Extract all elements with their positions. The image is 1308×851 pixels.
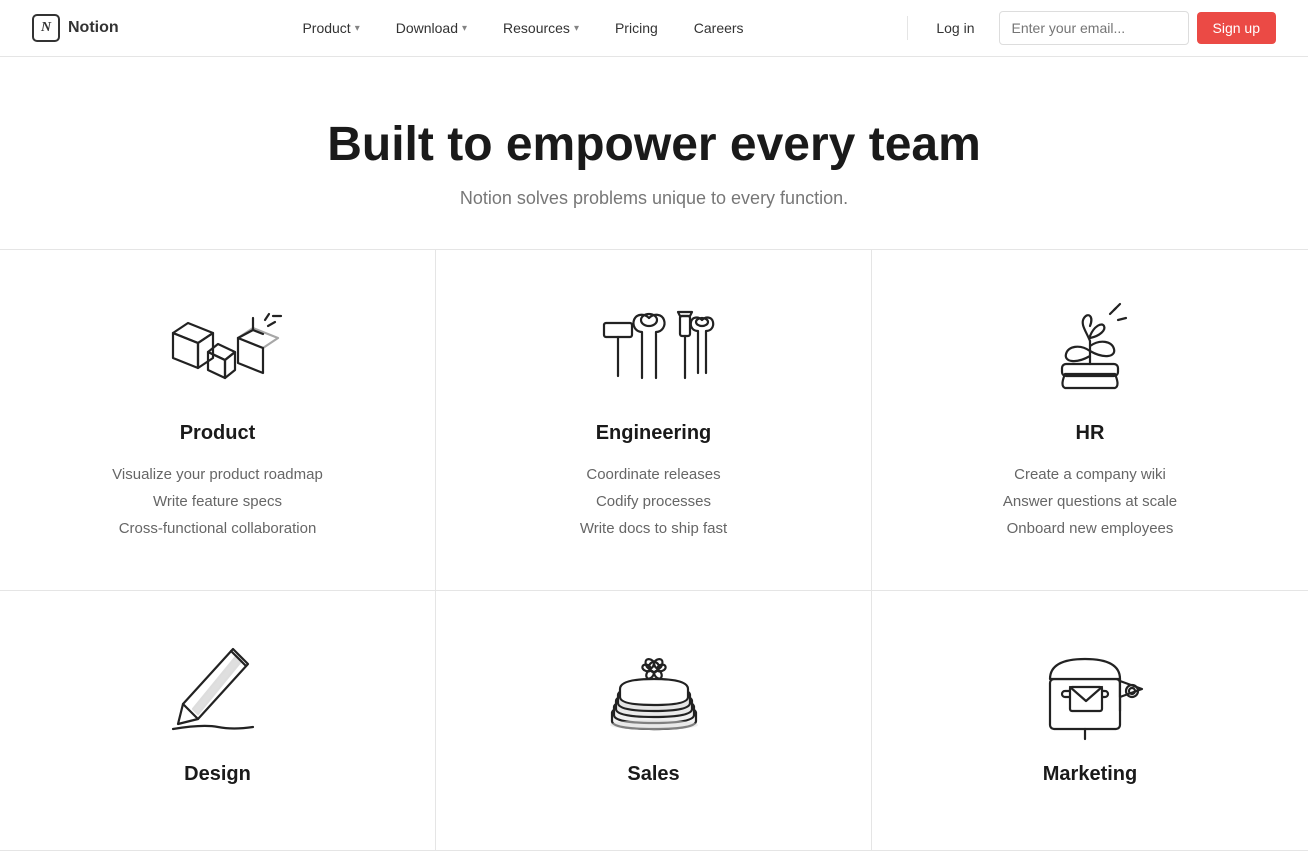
nav-download[interactable]: Download ▾: [380, 12, 483, 44]
card-product-title: Product: [180, 422, 256, 445]
card-design-title: Design: [184, 763, 251, 786]
card-product-features: Visualize your product roadmap Write fea…: [112, 461, 323, 542]
card-hr-features: Create a company wiki Answer questions a…: [1003, 461, 1177, 542]
card-hr-title: HR: [1076, 422, 1105, 445]
feature-item: Codify processes: [580, 488, 727, 515]
nav-links: Product ▾ Download ▾ Resources ▾ Pricing…: [151, 12, 896, 44]
card-sales-title: Sales: [627, 763, 679, 786]
card-engineering-title: Engineering: [596, 422, 712, 445]
hero-section: Built to empower every team Notion solve…: [0, 57, 1308, 249]
product-icon: [158, 298, 278, 398]
logo-icon: N: [32, 14, 60, 42]
feature-item: Onboard new employees: [1003, 515, 1177, 542]
feature-item: Create a company wiki: [1003, 461, 1177, 488]
card-engineering[interactable]: Engineering Coordinate releases Codify p…: [436, 250, 872, 591]
chevron-down-icon: ▾: [574, 23, 579, 34]
hr-icon: [1030, 298, 1150, 398]
chevron-down-icon: ▾: [355, 23, 360, 34]
card-design[interactable]: Design: [0, 591, 436, 851]
nav-actions: Log in Sign up: [920, 11, 1276, 45]
logo-text: Notion: [68, 19, 119, 37]
card-product[interactable]: Product Visualize your product roadmap W…: [0, 250, 436, 591]
navbar: N Notion Product ▾ Download ▾ Resources …: [0, 0, 1308, 57]
feature-item: Cross-functional collaboration: [112, 515, 323, 542]
card-marketing-title: Marketing: [1043, 763, 1137, 786]
nav-pricing[interactable]: Pricing: [599, 12, 674, 44]
nav-resources[interactable]: Resources ▾: [487, 12, 595, 44]
design-icon: [158, 639, 278, 739]
hero-title: Built to empower every team: [32, 117, 1276, 172]
signup-button[interactable]: Sign up: [1197, 12, 1276, 44]
engineering-icon: [594, 298, 714, 398]
login-button[interactable]: Log in: [920, 12, 990, 44]
chevron-down-icon: ▾: [462, 23, 467, 34]
nav-product[interactable]: Product ▾: [286, 12, 375, 44]
email-input[interactable]: [999, 11, 1189, 45]
card-marketing[interactable]: Marketing: [872, 591, 1308, 851]
card-sales[interactable]: Sales: [436, 591, 872, 851]
sales-icon: [594, 639, 714, 739]
card-hr[interactable]: HR Create a company wiki Answer question…: [872, 250, 1308, 591]
nav-divider: [907, 16, 908, 40]
feature-item: Answer questions at scale: [1003, 488, 1177, 515]
marketing-icon: [1030, 639, 1150, 739]
nav-careers[interactable]: Careers: [678, 12, 760, 44]
hero-subtitle: Notion solves problems unique to every f…: [32, 188, 1276, 209]
feature-item: Write docs to ship fast: [580, 515, 727, 542]
feature-item: Coordinate releases: [580, 461, 727, 488]
feature-item: Write feature specs: [112, 488, 323, 515]
logo[interactable]: N Notion: [32, 14, 119, 42]
team-grid: Product Visualize your product roadmap W…: [0, 249, 1308, 851]
feature-item: Visualize your product roadmap: [112, 461, 323, 488]
card-engineering-features: Coordinate releases Codify processes Wri…: [580, 461, 727, 542]
